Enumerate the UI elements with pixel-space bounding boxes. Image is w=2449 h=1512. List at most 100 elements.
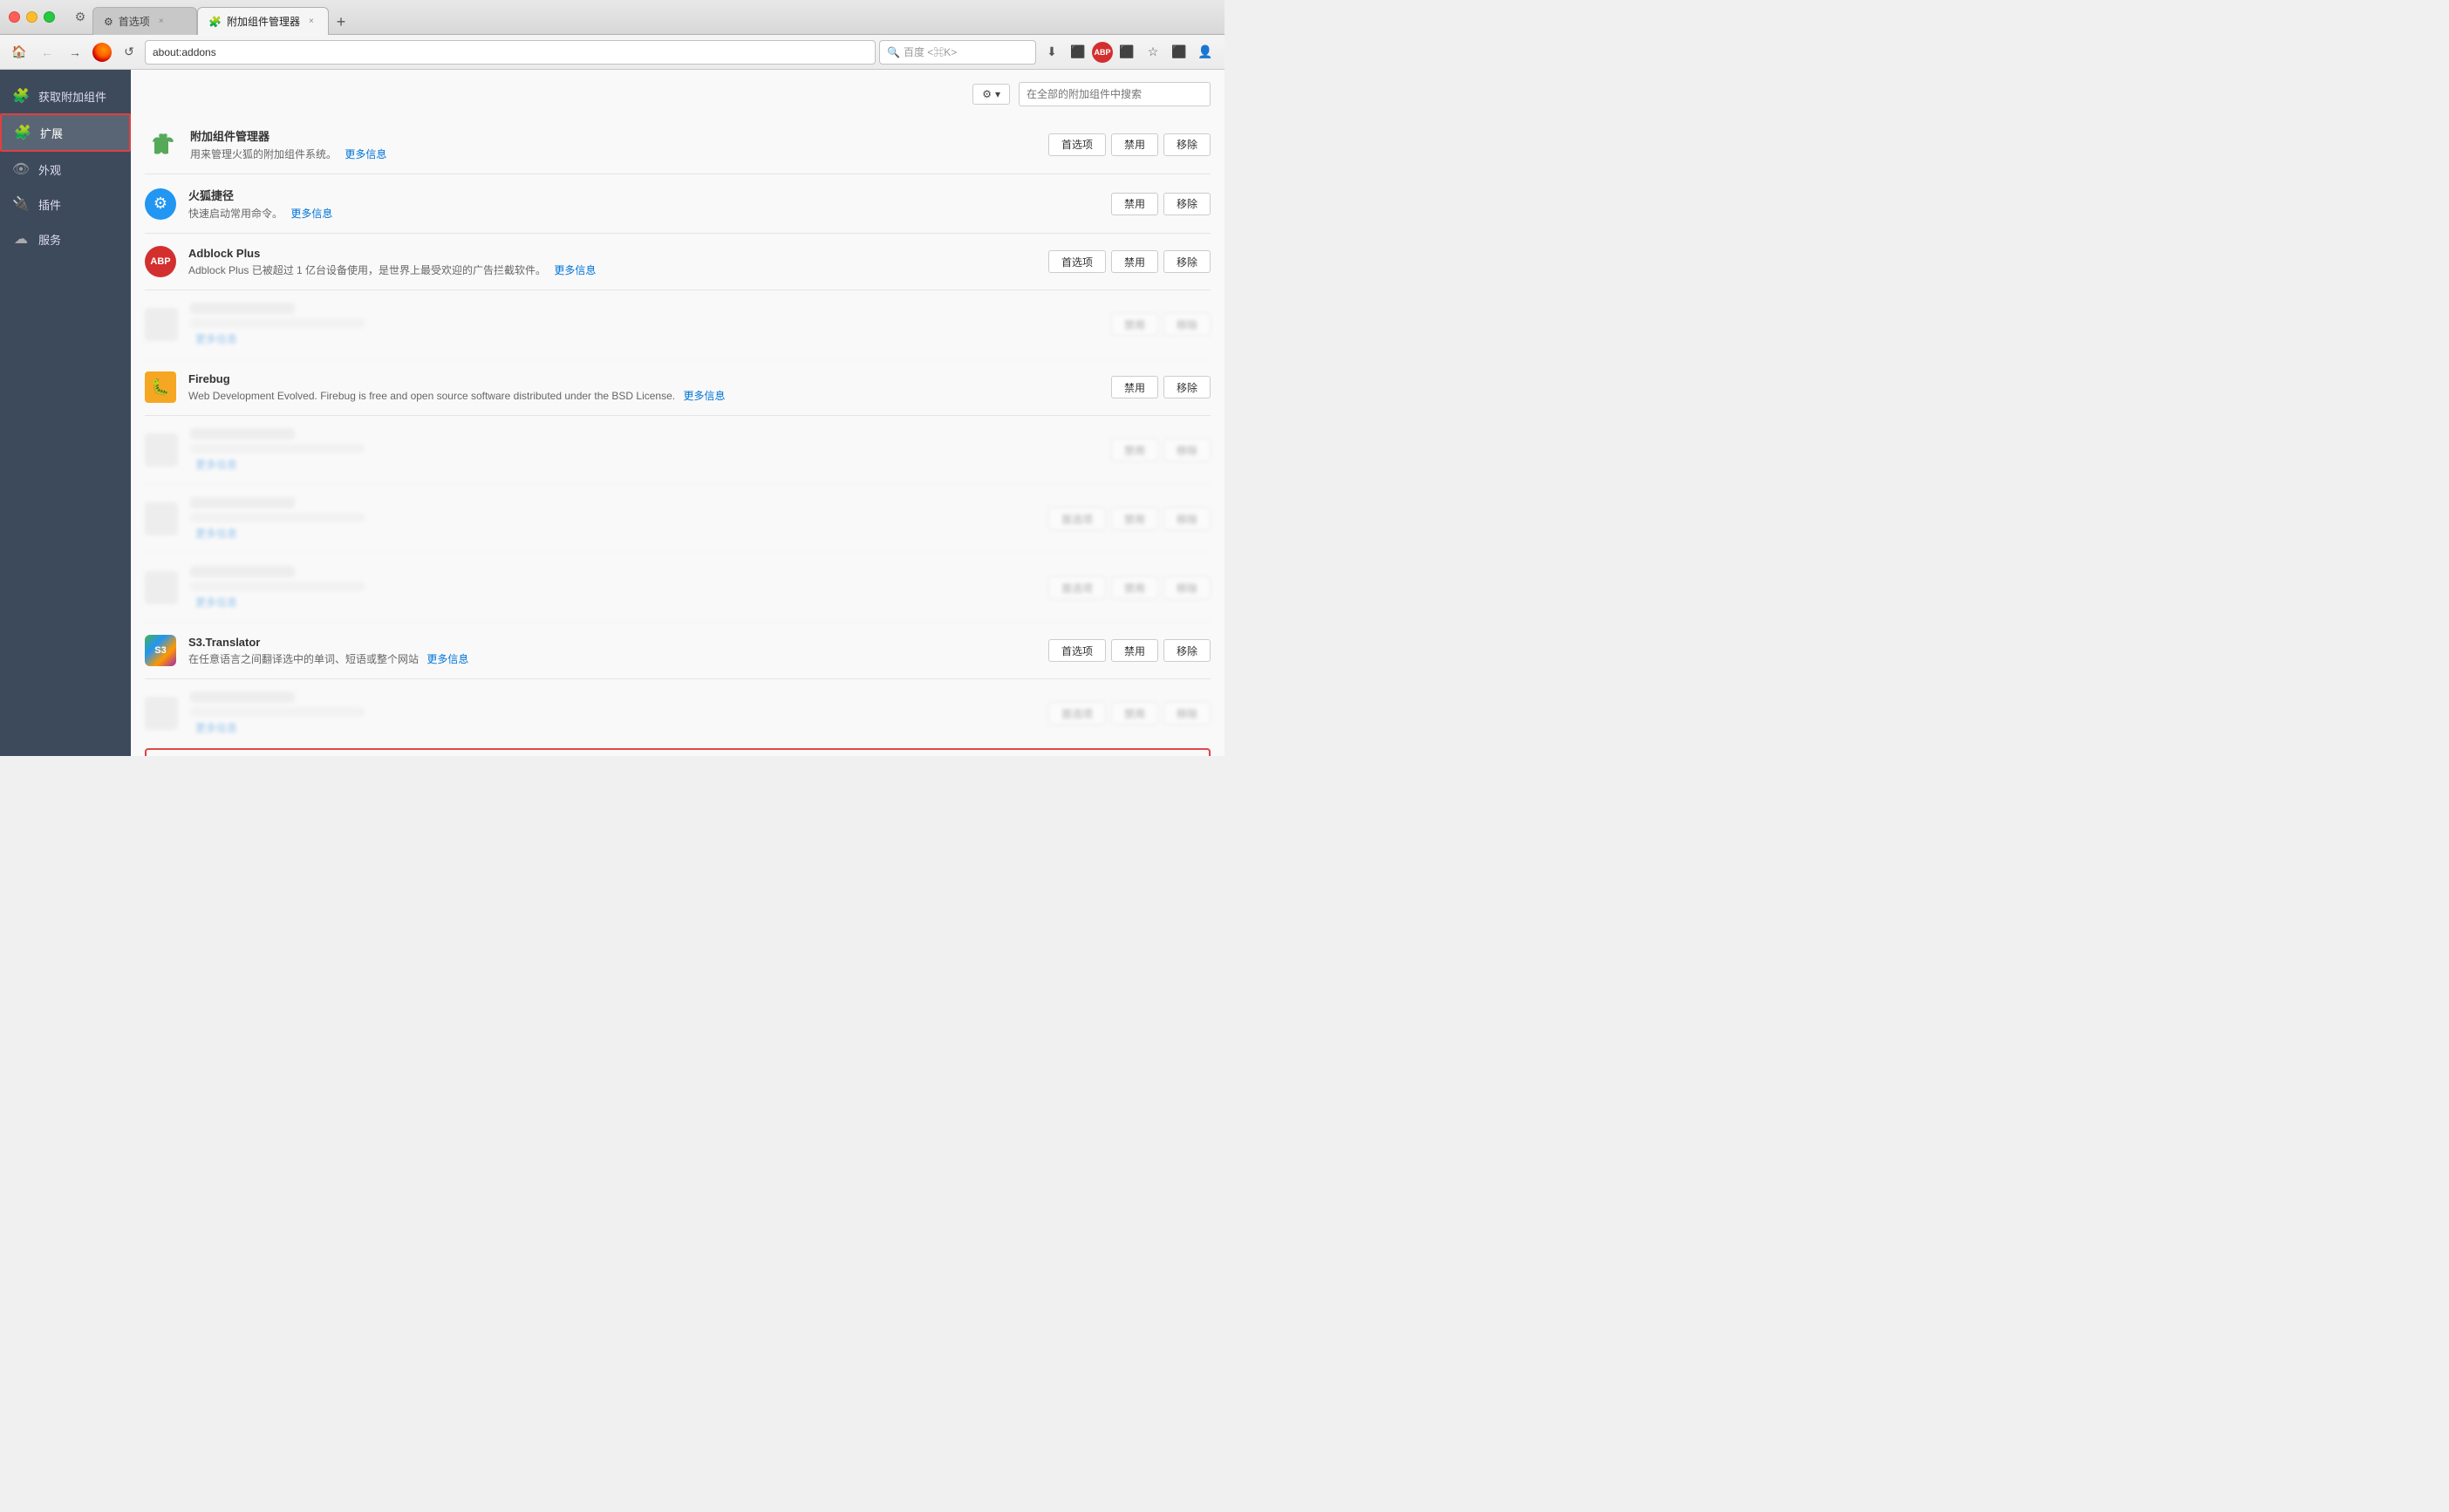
blurred-5-remove-btn[interactable]: 移除 (1163, 702, 1211, 725)
firefox-shortcuts-disable-btn[interactable]: 禁用 (1111, 193, 1158, 215)
firefox-shortcuts-more-info[interactable]: 更多信息 (290, 208, 332, 220)
sidebar-item-services[interactable]: ☁ 服务 (0, 221, 131, 256)
new-tab-button[interactable]: + (329, 10, 353, 34)
firebug-disable-btn[interactable]: 禁用 (1111, 376, 1158, 398)
blurred-3-prefs-btn[interactable]: 首选项 (1048, 507, 1106, 530)
user-button[interactable]: 👤 (1193, 40, 1218, 65)
blurred-name-2 (190, 428, 295, 439)
blurred-info-5: 更多信息 (190, 691, 1036, 735)
list-item: 附加组件管理器 用来管理火狐的附加组件系统。 更多信息 首选项 禁用 移除 (145, 115, 1211, 174)
list-item: 更多信息 首选项 禁用 移除 (145, 554, 1211, 623)
blurred-more-info-3[interactable]: 更多信息 (195, 528, 237, 540)
blurred-4-disable-btn[interactable]: 禁用 (1111, 576, 1158, 599)
addon-manager-remove-btn[interactable]: 移除 (1163, 133, 1211, 156)
firebug-remove-btn[interactable]: 移除 (1163, 376, 1211, 398)
s3-translator-actions: 首选项 禁用 移除 (1048, 639, 1211, 662)
blurred-desc-5 (190, 707, 365, 717)
list-item: 更多信息 首选项 禁用 移除 (145, 679, 1211, 748)
tab-addons-close[interactable]: × (305, 16, 317, 28)
content-toolbar: ⚙ ▾ (131, 70, 1224, 115)
adblock-plus-prefs-btn[interactable]: 首选项 (1048, 250, 1106, 273)
blurred-4-prefs-btn[interactable]: 首选项 (1048, 576, 1106, 599)
addon-manager-disable-btn[interactable]: 禁用 (1111, 133, 1158, 156)
addon-manager-info: 附加组件管理器 用来管理火狐的附加组件系统。 更多信息 (190, 127, 1036, 161)
back-button[interactable]: ← (35, 40, 59, 65)
blurred-desc-2 (190, 444, 365, 453)
minimize-button[interactable] (26, 11, 38, 23)
adblock-plus-remove-btn[interactable]: 移除 (1163, 250, 1211, 273)
sidebar-item-label-get: 获取附加组件 (38, 88, 106, 105)
abp-nav-button[interactable]: ABP (1092, 42, 1113, 63)
list-item: 更多信息 首选项 禁用 移除 (145, 485, 1211, 554)
adblock-plus-disable-btn[interactable]: 禁用 (1111, 250, 1158, 273)
firefox-shortcuts-remove-btn[interactable]: 移除 (1163, 193, 1211, 215)
tab-view-button[interactable]: ⬛ (1115, 40, 1139, 65)
tab-prefs[interactable]: ⚙ 首选项 × (92, 7, 197, 35)
blurred-icon-3 (145, 502, 178, 535)
blurred-3-remove-btn[interactable]: 移除 (1163, 507, 1211, 530)
refresh-button[interactable]: ↺ (117, 40, 141, 65)
blurred-5-disable-btn[interactable]: 禁用 (1111, 702, 1158, 725)
list-item: 更多信息 禁用 移除 (145, 290, 1211, 359)
blurred-2-remove-btn[interactable]: 移除 (1163, 439, 1211, 461)
download-button[interactable]: ⬇ (1040, 40, 1064, 65)
list-item: ⚙ 火狐捷径 快速启动常用命令。 更多信息 禁用 移除 (145, 174, 1211, 234)
sidebar-item-label-extensions: 扩展 (40, 125, 63, 141)
search-addons-input[interactable] (1019, 82, 1211, 106)
tab-gear-button[interactable]: ⚙ (68, 5, 92, 30)
url-bar[interactable] (145, 40, 876, 65)
close-button[interactable] (9, 11, 20, 23)
forward-button[interactable]: → (63, 40, 87, 65)
bookmark-button[interactable]: ☆ (1141, 40, 1165, 65)
s3-translator-disable-btn[interactable]: 禁用 (1111, 639, 1158, 662)
firebug-icon: 🐛 (145, 371, 176, 403)
blurred-1-remove-btn[interactable]: 移除 (1163, 313, 1211, 336)
list-item: 更多信息 禁用 移除 (145, 416, 1211, 485)
sidebar-item-plugins[interactable]: 🔌 插件 (0, 187, 131, 221)
screenshot-button[interactable]: ⬛ (1066, 40, 1090, 65)
home-button[interactable]: 🏠 (7, 40, 31, 65)
blurred-name-1 (190, 303, 295, 314)
blurred-more-info-4[interactable]: 更多信息 (195, 596, 237, 609)
blurred-actions-5: 首选项 禁用 移除 (1048, 702, 1211, 725)
blurred-5-prefs-btn[interactable]: 首选项 (1048, 702, 1106, 725)
blurred-3-disable-btn[interactable]: 禁用 (1111, 507, 1158, 530)
blurred-more-info-2[interactable]: 更多信息 (195, 459, 237, 471)
sync-button[interactable]: ⬛ (1167, 40, 1191, 65)
sidebar-item-label-plugins: 插件 (38, 196, 61, 213)
blurred-1-disable-btn[interactable]: 禁用 (1111, 313, 1158, 336)
sidebar-item-appearance[interactable]: 👁 外观 (0, 152, 131, 187)
addon-manager-prefs-btn[interactable]: 首选项 (1048, 133, 1106, 156)
blurred-more-info-5[interactable]: 更多信息 (195, 722, 237, 734)
sidebar-item-extensions[interactable]: 🧩 扩展 (0, 113, 131, 152)
main-layout: 🧩 获取附加组件 🧩 扩展 👁 外观 🔌 插件 ☁ 服务 ⚙ ▾ (0, 70, 1224, 756)
tabs-area: ⚙ 首选项 × 🧩 附加组件管理器 × + (92, 0, 1216, 34)
blurred-4-remove-btn[interactable]: 移除 (1163, 576, 1211, 599)
blurred-2-disable-btn[interactable]: 禁用 (1111, 439, 1158, 461)
nav-bar: 🏠 ← → ↺ 🔍 百度 <⌘K> ⬇ ⬛ ABP ⬛ ☆ ⬛ 👤 (0, 35, 1224, 70)
firefox-shortcuts-icon: ⚙ (145, 188, 176, 220)
search-bar-placeholder: 百度 <⌘K> (904, 44, 957, 59)
sidebar-item-get-addons[interactable]: 🧩 获取附加组件 (0, 78, 131, 113)
s3-translator-more-info[interactable]: 更多信息 (426, 653, 468, 665)
services-icon: ☁ (12, 230, 30, 248)
addon-manager-icon (145, 128, 178, 161)
tab-prefs-label: 首选项 (119, 14, 150, 29)
maximize-button[interactable] (44, 11, 55, 23)
blurred-icon-4 (145, 571, 178, 604)
addon-manager-more-info[interactable]: 更多信息 (344, 148, 386, 160)
blurred-more-info-1[interactable]: 更多信息 (195, 333, 237, 345)
s3-translator-remove-btn[interactable]: 移除 (1163, 639, 1211, 662)
settings-gear-button[interactable]: ⚙ ▾ (972, 84, 1010, 105)
content-area: ⚙ ▾ 附加组件管理器 用来管 (131, 70, 1224, 756)
adblock-plus-desc: Adblock Plus 已被超过 1 亿台设备使用，是世界上最受欢迎的广告拦截… (188, 262, 1036, 277)
tab-addons[interactable]: 🧩 附加组件管理器 × (197, 7, 329, 35)
adblock-plus-more-info[interactable]: 更多信息 (554, 264, 596, 276)
blurred-icon-5 (145, 697, 178, 730)
s3-translator-prefs-btn[interactable]: 首选项 (1048, 639, 1106, 662)
tab-prefs-close[interactable]: × (155, 16, 167, 28)
firefox-shortcuts-desc: 快速启动常用命令。 更多信息 (188, 206, 1099, 221)
extensions-icon: 🧩 (14, 124, 31, 141)
firebug-more-info[interactable]: 更多信息 (683, 390, 725, 402)
blurred-info-1: 更多信息 (190, 303, 1099, 346)
